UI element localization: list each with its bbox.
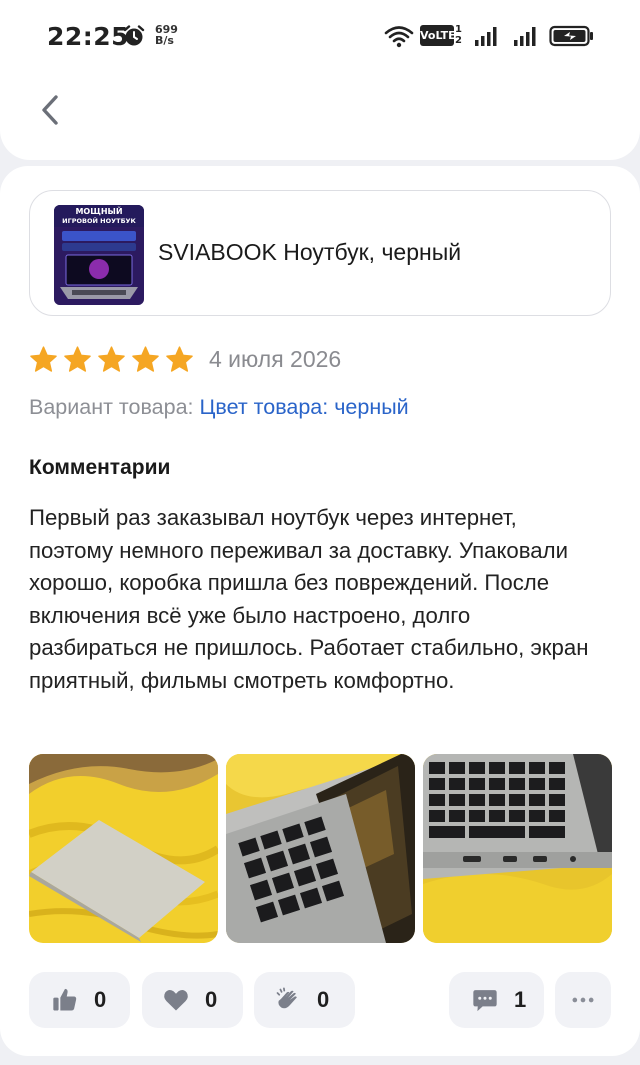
review-photo-3[interactable] xyxy=(423,754,612,943)
comments-heading: Комментарии xyxy=(29,456,171,479)
thumbs-up-icon xyxy=(53,988,77,1011)
product-variant: Вариант товара: Цвет товара: черный xyxy=(29,395,409,420)
signal-icon-1 xyxy=(475,27,497,46)
sim-slots: 1 2 xyxy=(455,24,462,46)
wifi-icon xyxy=(384,26,414,48)
rating-stars xyxy=(29,345,194,374)
back-arrow-icon[interactable] xyxy=(30,88,70,132)
star-icon xyxy=(132,345,159,372)
star-icon xyxy=(64,345,91,372)
sim1-label: 1 xyxy=(455,24,462,35)
clap-icon xyxy=(276,987,297,1009)
variant-label: Вариант товара: xyxy=(29,395,194,419)
review-text: Первый раз заказывал ноутбук через интер… xyxy=(29,505,589,693)
alarm-icon xyxy=(123,25,145,46)
thumbnail-title-line1: МОЩНЫЙ xyxy=(75,205,122,216)
clap-count: 0 xyxy=(317,987,330,1012)
star-icon xyxy=(30,345,57,372)
review-photos xyxy=(29,754,612,944)
rating-row: 4 июля 2026 xyxy=(29,344,341,374)
top-bar: 22:25 699 B/s VoLTE 1 2 xyxy=(0,0,640,160)
variant-value-link[interactable]: Цвет товара: черный xyxy=(200,395,409,419)
review-card: МОЩНЫЙ ИГРОВОЙ НОУТБУК SVIABOOK Ноутбук,… xyxy=(0,166,640,1056)
signal-icon-2 xyxy=(514,27,536,46)
review-photo-2[interactable] xyxy=(226,754,415,943)
heart-icon xyxy=(164,989,188,1011)
clap-button[interactable]: 0 xyxy=(254,972,355,1028)
comment-bubble-icon xyxy=(473,990,497,1012)
star-icon xyxy=(98,345,125,372)
net-speed-unit: B/s xyxy=(155,34,174,47)
star-icon xyxy=(166,345,193,372)
more-options-button[interactable] xyxy=(555,972,611,1028)
thumbnail-title-line2: ИГРОВОЙ НОУТБУК xyxy=(62,216,136,225)
like-button[interactable]: 0 xyxy=(29,972,130,1028)
like-count: 0 xyxy=(94,987,107,1012)
heart-button[interactable]: 0 xyxy=(142,972,243,1028)
review-photo-1[interactable] xyxy=(29,754,218,943)
net-speed: 699 B/s xyxy=(155,24,178,46)
comment-count: 1 xyxy=(514,987,527,1012)
sim2-label: 2 xyxy=(455,35,462,46)
more-dots-icon xyxy=(572,997,594,1003)
review-date: 4 июля 2026 xyxy=(209,345,342,372)
battery-icon xyxy=(549,25,593,47)
product-link[interactable]: МОЩНЫЙ ИГРОВОЙ НОУТБУК SVIABOOK Ноутбук,… xyxy=(29,190,611,316)
status-time: 22:25 xyxy=(47,22,130,51)
heart-count: 0 xyxy=(205,987,218,1012)
product-thumbnail[interactable]: МОЩНЫЙ ИГРОВОЙ НОУТБУК xyxy=(54,205,144,305)
comments-button[interactable]: 1 xyxy=(449,972,544,1028)
volte-badge: VoLTE xyxy=(420,25,456,46)
product-title[interactable]: SVIABOOK Ноутбук, черный xyxy=(158,239,461,266)
status-bar: 22:25 699 B/s VoLTE 1 2 xyxy=(0,0,640,72)
